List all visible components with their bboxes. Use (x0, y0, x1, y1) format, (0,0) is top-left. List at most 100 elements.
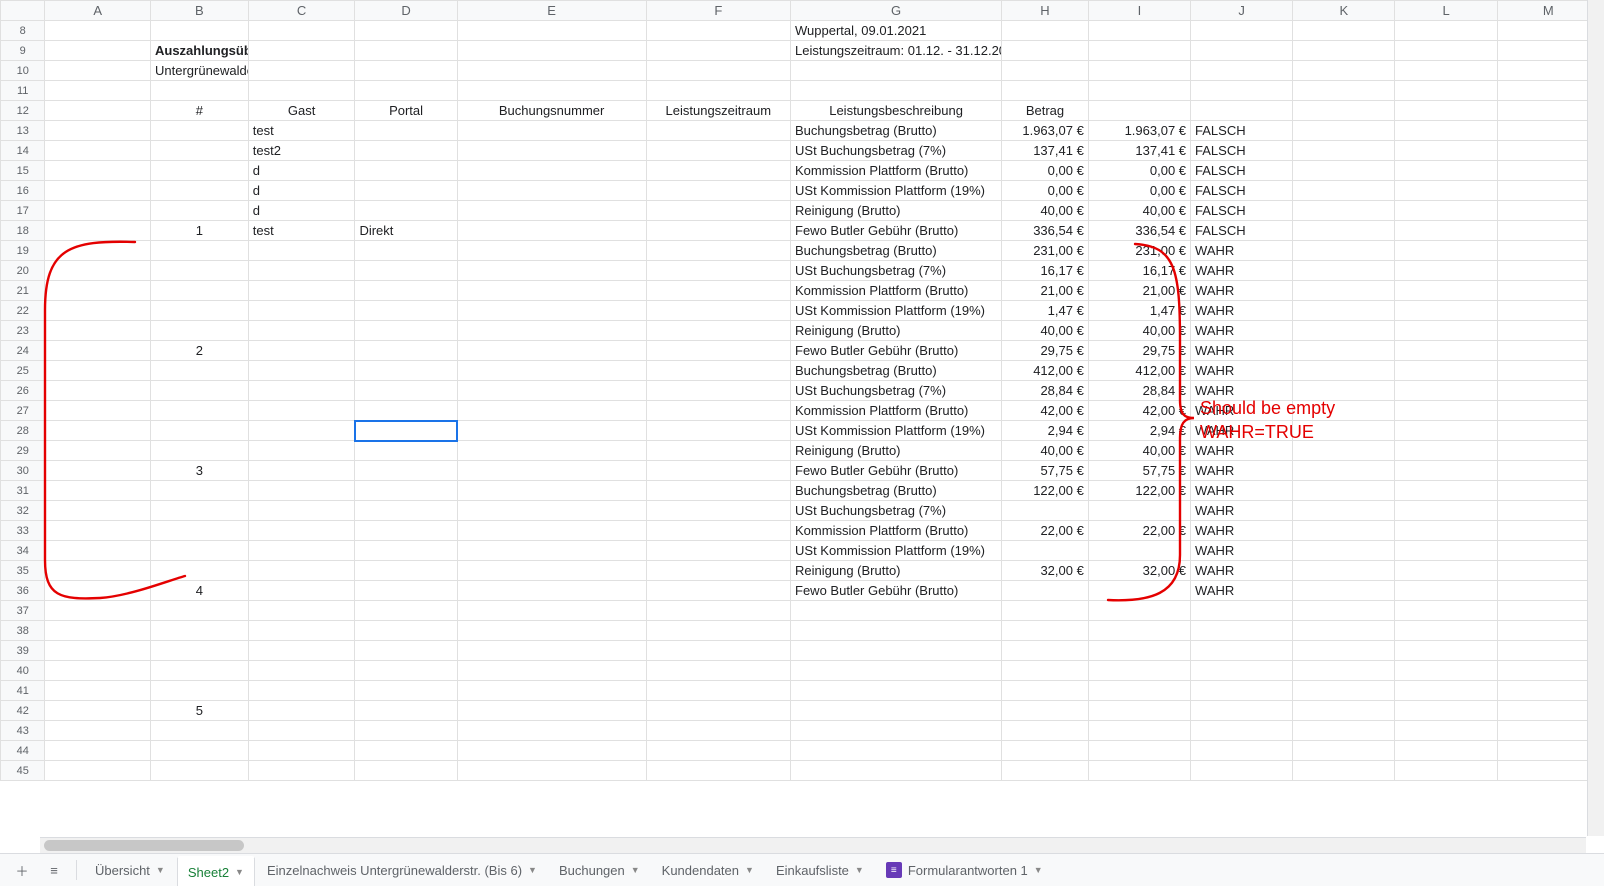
sheet-tab-sheet2[interactable]: Sheet2▼ (177, 856, 255, 886)
cell-C11[interactable] (248, 81, 355, 101)
cell-B29[interactable] (151, 441, 249, 461)
cell-K9[interactable] (1293, 41, 1395, 61)
cell-B45[interactable] (151, 761, 249, 781)
cell-E31[interactable] (457, 481, 646, 501)
cell-I34[interactable] (1088, 541, 1190, 561)
cell-J22[interactable]: WAHR (1191, 301, 1293, 321)
cell-F43[interactable] (646, 721, 790, 741)
cell-C29[interactable] (248, 441, 355, 461)
cell-E41[interactable] (457, 681, 646, 701)
cell-J45[interactable] (1191, 761, 1293, 781)
cell-L32[interactable] (1395, 501, 1497, 521)
cell-J15[interactable]: FALSCH (1191, 161, 1293, 181)
cell-D8[interactable] (355, 21, 457, 41)
cell-I25[interactable]: 412,00 € (1088, 361, 1190, 381)
cell-M32[interactable] (1497, 501, 1599, 521)
cell-H18[interactable]: 336,54 € (1002, 221, 1089, 241)
cell-J38[interactable] (1191, 621, 1293, 641)
cell-J20[interactable]: WAHR (1191, 261, 1293, 281)
cell-C31[interactable] (248, 481, 355, 501)
cell-D33[interactable] (355, 521, 457, 541)
cell-F34[interactable] (646, 541, 790, 561)
cell-F30[interactable] (646, 461, 790, 481)
cell-H24[interactable]: 29,75 € (1002, 341, 1089, 361)
cell-I37[interactable] (1088, 601, 1190, 621)
cell-C12[interactable]: Gast (248, 101, 355, 121)
cell-K24[interactable] (1293, 341, 1395, 361)
cell-L24[interactable] (1395, 341, 1497, 361)
col-header-L[interactable]: L (1395, 1, 1497, 21)
cell-M45[interactable] (1497, 761, 1599, 781)
cell-E15[interactable] (457, 161, 646, 181)
cell-E14[interactable] (457, 141, 646, 161)
cell-J19[interactable]: WAHR (1191, 241, 1293, 261)
cell-C25[interactable] (248, 361, 355, 381)
cell-H45[interactable] (1002, 761, 1089, 781)
cell-G39[interactable] (791, 641, 1002, 661)
cell-L39[interactable] (1395, 641, 1497, 661)
cell-J31[interactable]: WAHR (1191, 481, 1293, 501)
cell-G15[interactable]: Kommission Plattform (Brutto) (791, 161, 1002, 181)
cell-K44[interactable] (1293, 741, 1395, 761)
cell-M34[interactable] (1497, 541, 1599, 561)
sheet-tab-einkaufsliste[interactable]: Einkaufsliste▼ (766, 855, 874, 885)
col-header-H[interactable]: H (1002, 1, 1089, 21)
cell-G44[interactable] (791, 741, 1002, 761)
cell-F22[interactable] (646, 301, 790, 321)
cell-G35[interactable]: Reinigung (Brutto) (791, 561, 1002, 581)
row-header-24[interactable]: 24 (1, 341, 45, 361)
cell-A28[interactable] (45, 421, 151, 441)
cell-F38[interactable] (646, 621, 790, 641)
cell-L13[interactable] (1395, 121, 1497, 141)
cell-D9[interactable] (355, 41, 457, 61)
cell-M29[interactable] (1497, 441, 1599, 461)
cell-K22[interactable] (1293, 301, 1395, 321)
col-header-F[interactable]: F (646, 1, 790, 21)
cell-F31[interactable] (646, 481, 790, 501)
cell-C41[interactable] (248, 681, 355, 701)
cell-K11[interactable] (1293, 81, 1395, 101)
cell-E27[interactable] (457, 401, 646, 421)
cell-J9[interactable] (1191, 41, 1293, 61)
cell-G17[interactable]: Reinigung (Brutto) (791, 201, 1002, 221)
cell-I12[interactable] (1088, 101, 1190, 121)
cell-I29[interactable]: 40,00 € (1088, 441, 1190, 461)
cell-F13[interactable] (646, 121, 790, 141)
cell-D22[interactable] (355, 301, 457, 321)
cell-G16[interactable]: USt Kommission Plattform (19%) (791, 181, 1002, 201)
cell-B23[interactable] (151, 321, 249, 341)
cell-G22[interactable]: USt Kommission Plattform (19%) (791, 301, 1002, 321)
cell-E40[interactable] (457, 661, 646, 681)
cell-F21[interactable] (646, 281, 790, 301)
cell-I27[interactable]: 42,00 € (1088, 401, 1190, 421)
cell-H16[interactable]: 0,00 € (1002, 181, 1089, 201)
cell-G42[interactable] (791, 701, 1002, 721)
cell-E24[interactable] (457, 341, 646, 361)
row-header-33[interactable]: 33 (1, 521, 45, 541)
cell-K15[interactable] (1293, 161, 1395, 181)
cell-M42[interactable] (1497, 701, 1599, 721)
cell-F41[interactable] (646, 681, 790, 701)
cell-G31[interactable]: Buchungsbetrag (Brutto) (791, 481, 1002, 501)
row-header-25[interactable]: 25 (1, 361, 45, 381)
cell-H14[interactable]: 137,41 € (1002, 141, 1089, 161)
cell-D44[interactable] (355, 741, 457, 761)
cell-J43[interactable] (1191, 721, 1293, 741)
row-header-31[interactable]: 31 (1, 481, 45, 501)
cell-I44[interactable] (1088, 741, 1190, 761)
cell-M37[interactable] (1497, 601, 1599, 621)
cell-J13[interactable]: FALSCH (1191, 121, 1293, 141)
cell-L19[interactable] (1395, 241, 1497, 261)
cell-B16[interactable] (151, 181, 249, 201)
cell-H25[interactable]: 412,00 € (1002, 361, 1089, 381)
cell-D37[interactable] (355, 601, 457, 621)
cell-J34[interactable]: WAHR (1191, 541, 1293, 561)
cell-J24[interactable]: WAHR (1191, 341, 1293, 361)
cell-F27[interactable] (646, 401, 790, 421)
cell-H39[interactable] (1002, 641, 1089, 661)
cell-A42[interactable] (45, 701, 151, 721)
cell-J39[interactable] (1191, 641, 1293, 661)
cell-A29[interactable] (45, 441, 151, 461)
cell-I41[interactable] (1088, 681, 1190, 701)
cell-K14[interactable] (1293, 141, 1395, 161)
